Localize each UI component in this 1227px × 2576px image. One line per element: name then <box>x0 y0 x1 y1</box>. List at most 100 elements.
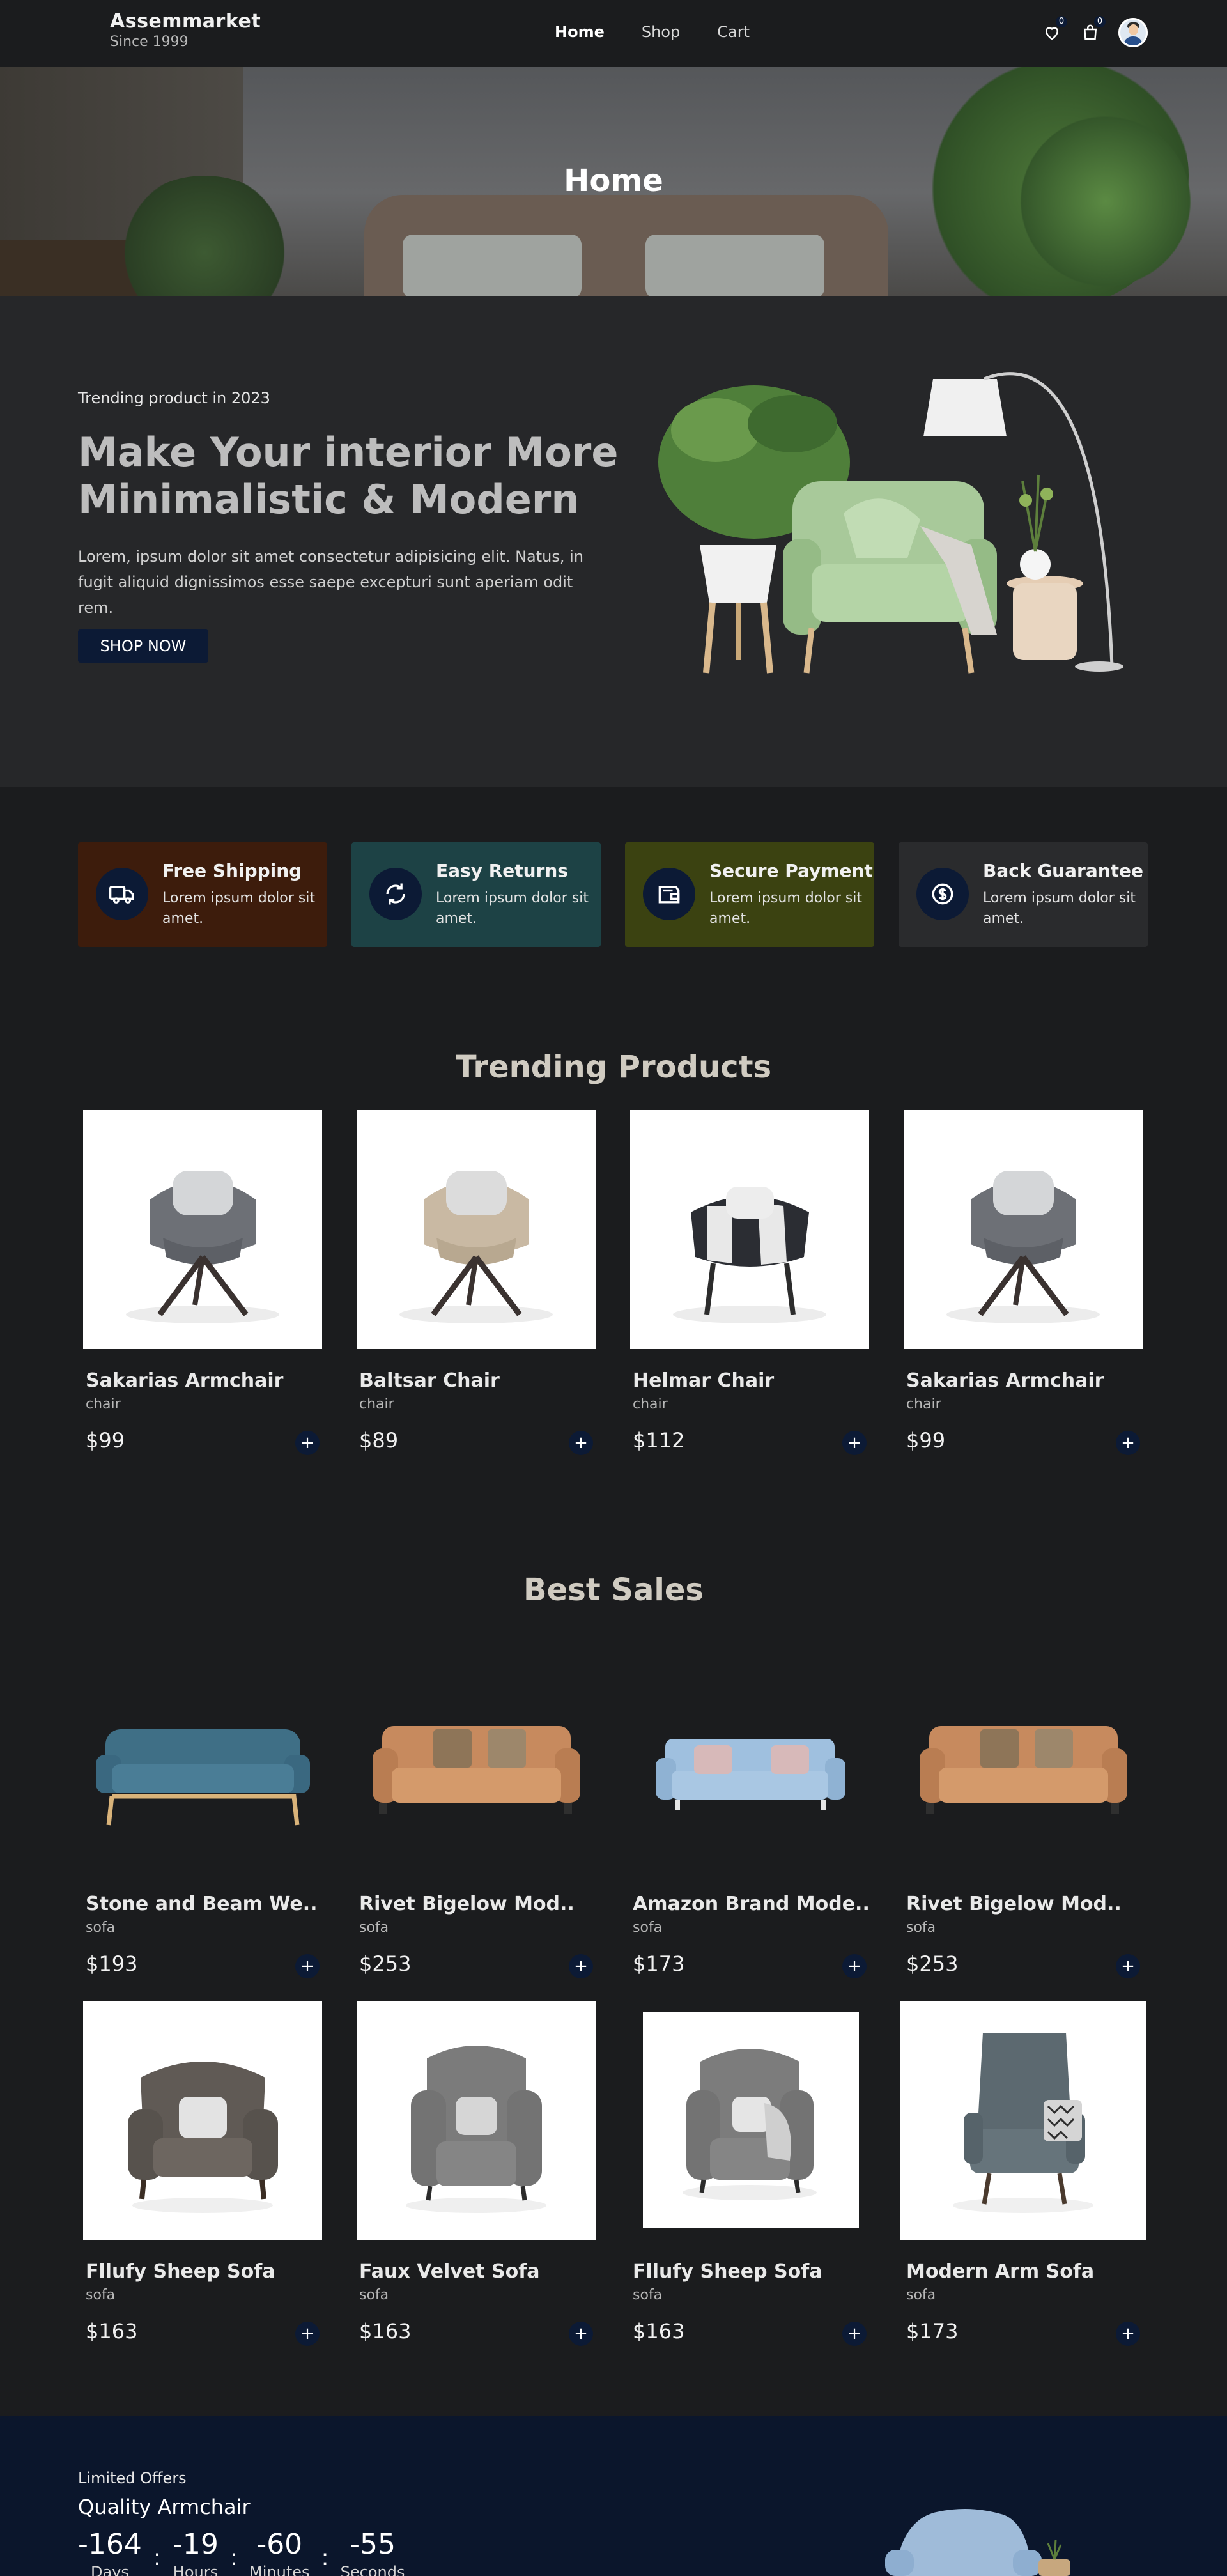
product-name[interactable]: Sakarias Armchair <box>86 1369 283 1392</box>
best-sales-title: Best Sales <box>523 1572 704 1608</box>
add-to-cart-button[interactable]: + <box>295 1431 320 1455</box>
product-image[interactable] <box>357 1110 596 1349</box>
add-to-cart-button[interactable]: + <box>1116 1431 1140 1455</box>
product-card[interactable]: Fllufy Sheep Sofa sofa $163 + <box>78 2001 322 2352</box>
product-image[interactable] <box>357 2001 596 2240</box>
product-card[interactable]: Stone and Beam We.. sofa $193 + <box>78 1633 321 1985</box>
product-image[interactable] <box>630 1110 869 1349</box>
truck-icon <box>109 886 134 904</box>
product-name[interactable]: Rivet Bigelow Mod.. <box>906 1893 1122 1915</box>
product-price: $163 <box>633 2319 685 2343</box>
brand[interactable]: Assemmarket Since 1999 <box>110 10 261 50</box>
product-category: sofa <box>86 1920 116 1936</box>
feature-easy-returns: Easy Returns Lorem ipsum dolor sit amet. <box>351 842 601 947</box>
countdown-hours: -19 Hours <box>173 2528 219 2576</box>
brand-name: Assemmarket <box>110 10 261 33</box>
nav-actions: 0 0 <box>1042 16 1148 47</box>
add-to-cart-button[interactable]: + <box>295 2322 320 2346</box>
product-price: $253 <box>359 1952 412 1976</box>
product-name[interactable]: Stone and Beam We.. <box>86 1893 318 1915</box>
nav-link-cart[interactable]: Cart <box>717 23 750 41</box>
product-price: $173 <box>633 1952 685 1976</box>
product-name[interactable]: Amazon Brand Mode.. <box>633 1893 870 1915</box>
feature-text: Lorem ipsum dolor sit amet. <box>709 890 862 927</box>
main-nav: Home Shop Cart <box>555 23 750 41</box>
product-image[interactable] <box>630 1633 869 1872</box>
nav-link-home[interactable]: Home <box>555 23 605 41</box>
product-image[interactable] <box>630 2001 869 2240</box>
product-card[interactable]: Rivet Bigelow Mod.. sofa $253 + <box>899 1633 1141 1985</box>
product-price: $163 <box>359 2319 412 2343</box>
features-row: Free Shipping Lorem ipsum dolor sit amet… <box>78 842 1149 947</box>
product-image[interactable] <box>357 1633 596 1872</box>
money-back-icon <box>932 883 953 905</box>
countdown-label: Days <box>90 2563 129 2576</box>
product-price: $89 <box>359 1428 399 1453</box>
add-to-cart-button[interactable]: + <box>569 1431 593 1455</box>
hero-section: Trending product in 2023 Make Your inter… <box>0 296 1227 787</box>
add-to-cart-button[interactable]: + <box>569 2322 593 2346</box>
product-image[interactable] <box>83 1110 322 1349</box>
product-name[interactable]: Sakarias Armchair <box>906 1369 1104 1392</box>
feature-text: Lorem ipsum dolor sit amet. <box>436 890 589 927</box>
hero-title: Make Your interior More Minimalistic & M… <box>78 429 619 523</box>
product-name[interactable]: Rivet Bigelow Mod.. <box>359 1893 575 1915</box>
avatar[interactable] <box>1118 18 1148 47</box>
add-to-cart-button[interactable]: + <box>842 1431 867 1455</box>
add-to-cart-button[interactable]: + <box>569 1954 593 1978</box>
offer-title: Quality Armchair <box>78 2495 251 2519</box>
product-name[interactable]: Modern Arm Sofa <box>906 2260 1094 2283</box>
hero-kicker: Trending product in 2023 <box>78 389 270 407</box>
product-name[interactable]: Faux Velvet Sofa <box>359 2260 540 2283</box>
product-image[interactable] <box>904 1110 1143 1349</box>
product-card[interactable]: Faux Velvet Sofa sofa $163 + <box>351 2001 596 2352</box>
product-image[interactable] <box>83 2001 322 2240</box>
product-category: sofa <box>633 2287 663 2303</box>
product-card[interactable]: Helmar Chair chair $112 + <box>625 1110 869 1462</box>
product-category: sofa <box>86 2287 116 2303</box>
page-banner: Home <box>0 67 1227 296</box>
countdown-timer: -164 Days : -19 Hours : -60 Minutes : -5… <box>78 2528 405 2576</box>
product-image[interactable] <box>904 1633 1143 1872</box>
product-category: chair <box>633 1396 668 1412</box>
cart-button[interactable]: 0 <box>1080 16 1106 43</box>
feature-text: Lorem ipsum dolor sit amet. <box>983 890 1136 927</box>
product-category: sofa <box>359 2287 389 2303</box>
product-image[interactable] <box>83 1633 322 1872</box>
limited-offer-section: Limited Offers Quality Armchair -164 Day… <box>0 2416 1227 2576</box>
product-category: chair <box>86 1396 121 1412</box>
wishlist-button[interactable]: 0 <box>1042 16 1067 43</box>
product-card[interactable]: Sakarias Armchair chair $99 + <box>899 1110 1143 1462</box>
add-to-cart-button[interactable]: + <box>842 2322 867 2346</box>
nav-link-shop[interactable]: Shop <box>642 23 680 41</box>
feature-title: Free Shipping <box>162 860 302 881</box>
product-card[interactable]: Amazon Brand Mode.. sofa $173 + <box>625 1633 870 1985</box>
product-category: sofa <box>633 1920 663 1936</box>
shop-now-button[interactable]: SHOP NOW <box>78 629 208 663</box>
add-to-cart-button[interactable]: + <box>295 1954 320 1978</box>
countdown-value: -60 <box>256 2528 303 2561</box>
product-price: $163 <box>86 2319 138 2343</box>
add-to-cart-button[interactable]: + <box>842 1954 867 1978</box>
countdown-label: Minutes <box>249 2563 310 2576</box>
product-card[interactable]: Modern Arm Sofa sofa $173 + <box>899 2001 1146 2352</box>
page-title: Home <box>564 163 663 199</box>
product-card[interactable]: Baltsar Chair chair $89 + <box>351 1110 596 1462</box>
product-price: $173 <box>906 2319 959 2343</box>
brand-tagline: Since 1999 <box>110 34 189 50</box>
offer-armchair-image <box>885 2509 1070 2576</box>
product-name[interactable]: Fllufy Sheep Sofa <box>633 2260 822 2283</box>
product-name[interactable]: Baltsar Chair <box>359 1369 500 1392</box>
product-card[interactable]: Fllufy Sheep Sofa sofa $163 + <box>625 2001 868 2352</box>
product-price: $112 <box>633 1428 685 1453</box>
add-to-cart-button[interactable]: + <box>1116 2322 1140 2346</box>
product-card[interactable]: Sakarias Armchair chair $99 + <box>78 1110 322 1462</box>
product-image[interactable] <box>900 2001 1146 2240</box>
product-card[interactable]: Rivet Bigelow Mod.. sofa $253 + <box>351 1633 594 1985</box>
product-name[interactable]: Helmar Chair <box>633 1369 774 1392</box>
wallet-icon <box>658 886 680 904</box>
product-name[interactable]: Fllufy Sheep Sofa <box>86 2260 275 2283</box>
feature-free-shipping: Free Shipping Lorem ipsum dolor sit amet… <box>78 842 327 947</box>
add-to-cart-button[interactable]: + <box>1116 1954 1140 1978</box>
navbar: Assemmarket Since 1999 Home Shop Cart 0 … <box>0 0 1227 66</box>
